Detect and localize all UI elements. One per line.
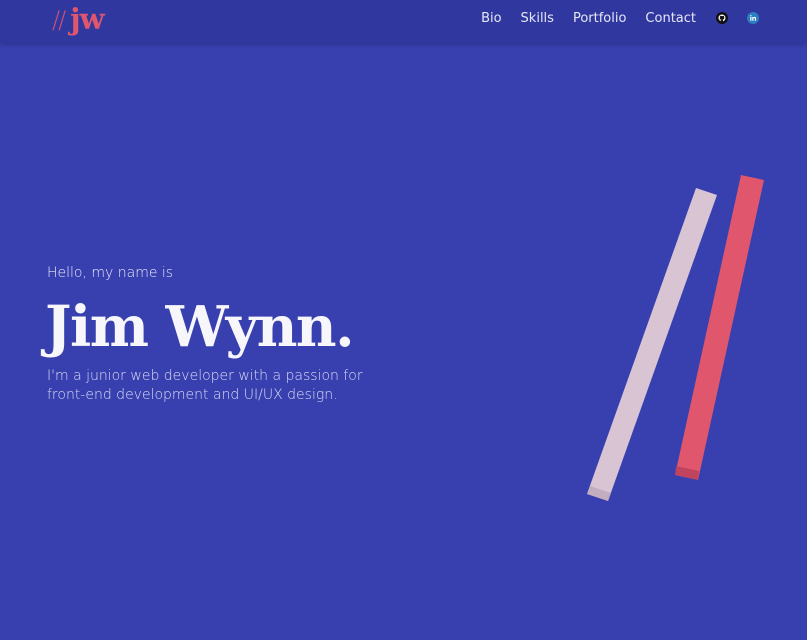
- linkedin-icon[interactable]: [747, 12, 759, 24]
- hero-greeting: Hello, my name is: [47, 265, 174, 281]
- linkedin-glyph: [750, 15, 757, 21]
- logo-slashes: //: [52, 6, 66, 34]
- site-logo[interactable]: // jw: [52, 2, 105, 38]
- navbar: // jw Bio Skills Portfolio Contact: [0, 0, 807, 43]
- github-glyph: [718, 14, 726, 22]
- hero-tagline: I'm a junior web developer with a passio…: [47, 368, 363, 403]
- github-icon[interactable]: [716, 12, 728, 24]
- nav-link-skills[interactable]: Skills: [521, 11, 554, 26]
- logo-initials: jw: [70, 2, 104, 36]
- nav-link-contact[interactable]: Contact: [645, 11, 696, 26]
- hero-name: Jim Wynn.: [45, 294, 355, 360]
- nav-link-portfolio[interactable]: Portfolio: [573, 11, 626, 26]
- main-nav: Bio Skills Portfolio Contact: [462, 0, 759, 36]
- decorative-slashes: [587, 175, 764, 501]
- nav-link-bio[interactable]: Bio: [481, 11, 501, 26]
